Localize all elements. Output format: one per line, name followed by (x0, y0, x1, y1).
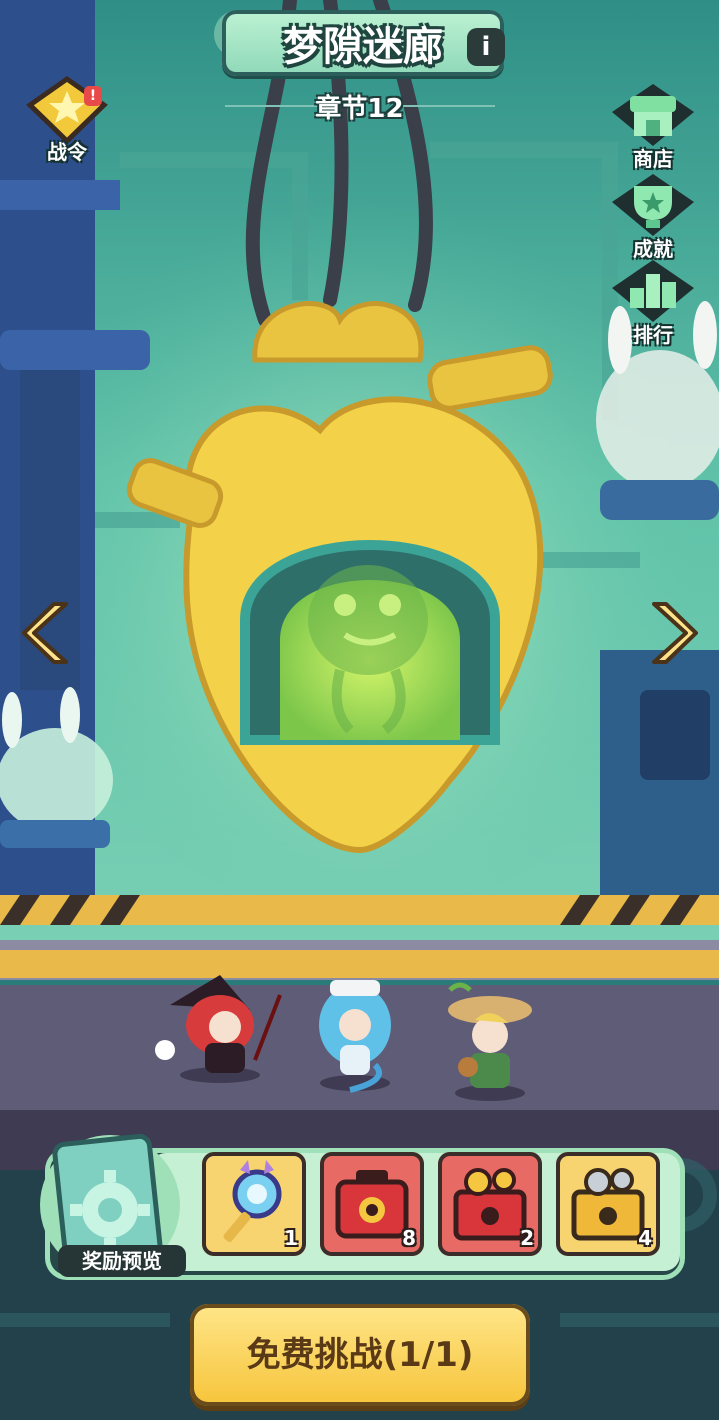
reward-preview-label[interactable]: 奖励预览 (58, 1245, 186, 1277)
ranking-icon (612, 260, 694, 322)
chevron-left-icon[interactable] (22, 598, 72, 668)
reward-count: 8 (402, 1226, 416, 1250)
notification-badge: ! (84, 86, 102, 106)
reward-item-key[interactable]: 1 (202, 1152, 306, 1256)
ranking-button[interactable]: 排行 (608, 258, 698, 348)
reward-item-red-parts[interactable]: 2 (438, 1152, 542, 1256)
trophy-icon (612, 174, 694, 236)
shop-icon (612, 84, 694, 146)
shop-label: 商店 (633, 147, 673, 171)
reward-count: 2 (520, 1226, 534, 1250)
achievement-button[interactable]: 成就 (608, 172, 698, 262)
blue-sailor-hero[interactable] (319, 980, 391, 1093)
shop-button[interactable]: 商店 (608, 82, 698, 172)
ranking-label: 排行 (633, 323, 673, 347)
hero-party (155, 975, 532, 1101)
free-challenge-label: 免费挑战(1/1) (246, 1335, 474, 1375)
battle-pass-label: 战令 (47, 140, 87, 164)
info-icon[interactable]: i (467, 28, 505, 66)
reward-item-yellow-parts[interactable]: 4 (556, 1152, 660, 1256)
reward-count: 1 (284, 1226, 298, 1250)
bard-hero[interactable] (448, 982, 532, 1101)
chevron-right-icon[interactable] (648, 598, 698, 668)
reward-count: 4 (638, 1226, 652, 1250)
red-witch-hero[interactable] (155, 975, 282, 1083)
page-title: 梦隙迷廊 (283, 24, 443, 70)
free-challenge-button[interactable]: 免费挑战(1/1) (190, 1304, 530, 1406)
reward-item-toolbox[interactable]: 8 (320, 1152, 424, 1256)
